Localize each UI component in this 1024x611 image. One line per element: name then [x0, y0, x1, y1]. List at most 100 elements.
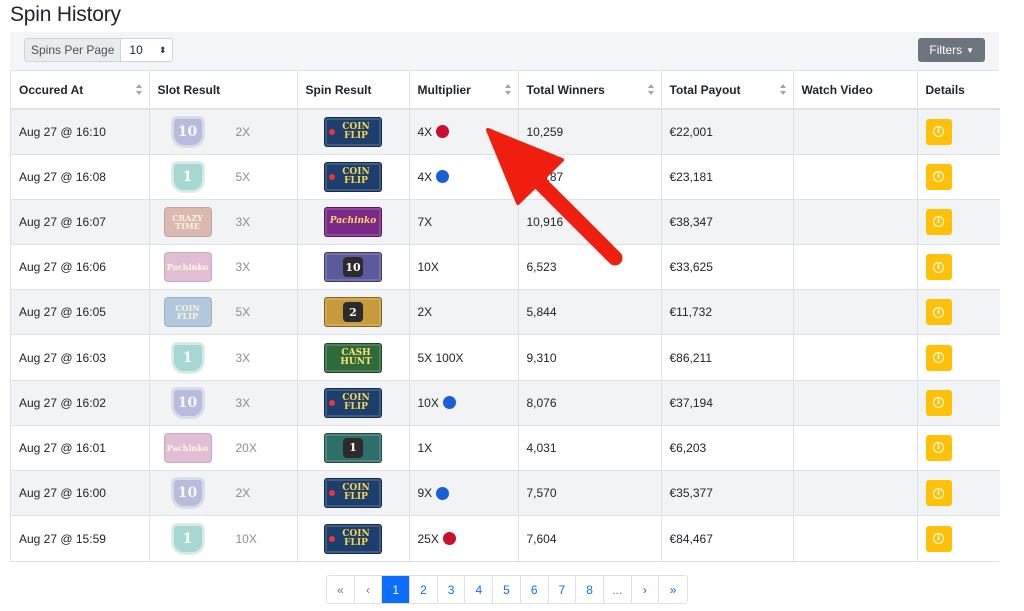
- spin-result-image: COIN FLIP: [324, 161, 382, 192]
- cell-total-payout: €11,732: [661, 289, 794, 335]
- details-button[interactable]: i: [925, 480, 952, 507]
- details-button[interactable]: i: [925, 344, 952, 371]
- slot-tile-label: CRAZY TIME: [172, 212, 203, 231]
- coin-icon: [329, 173, 335, 180]
- multiplier-group: 25X: [418, 532, 510, 546]
- filters-button[interactable]: Filters ▼: [918, 38, 985, 62]
- blue-coin-icon: [442, 396, 456, 410]
- page-last-button[interactable]: »: [659, 576, 687, 603]
- slot-tile-box: 10: [158, 387, 218, 418]
- slot-multiplier: 3X: [235, 350, 251, 365]
- blue-coin-icon: [436, 486, 450, 500]
- page-button-1[interactable]: 1: [382, 576, 411, 603]
- slot-result-group: Pachinko 20X: [158, 432, 289, 463]
- column-header-multiplier[interactable]: Multiplier: [409, 71, 519, 110]
- multiplier-value: 1X: [417, 440, 433, 455]
- page-button-6[interactable]: 6: [520, 576, 549, 603]
- details-button[interactable]: i: [925, 434, 952, 461]
- page-first-button[interactable]: «: [327, 576, 355, 603]
- spin-result-label: COIN FLIP: [342, 121, 370, 141]
- cell-slot-result: Pachinko 3X: [149, 244, 298, 290]
- page-button-2[interactable]: 2: [410, 576, 438, 603]
- cell-slot-result: Pachinko 20X: [149, 424, 298, 471]
- per-page-group: Spins Per Page 10 ⬍: [24, 38, 174, 62]
- spin-result-wrap: Pachinko: [306, 206, 401, 237]
- multiplier-group: 2X: [418, 305, 510, 319]
- details-button[interactable]: i: [925, 525, 952, 552]
- details-button[interactable]: i: [925, 163, 952, 190]
- sort-icon[interactable]: [779, 84, 787, 96]
- red-coin-icon: [442, 532, 456, 546]
- details-button[interactable]: i: [925, 254, 952, 281]
- cell-total-payout: €86,211: [661, 334, 794, 381]
- multiplier-group: 7X: [418, 215, 510, 229]
- page-button-7[interactable]: 7: [548, 576, 577, 603]
- sort-icon[interactable]: [135, 84, 143, 96]
- page-next-button[interactable]: ›: [631, 576, 660, 603]
- cell-watch-video: [793, 515, 918, 561]
- cell-spin-result: COIN FLIP: [297, 108, 410, 155]
- info-icon: i: [933, 442, 944, 454]
- filters-button-label: Filters: [929, 43, 963, 57]
- per-page-select[interactable]: 10 ⬍: [121, 38, 174, 62]
- column-header-total-winners[interactable]: Total Winners: [518, 71, 662, 110]
- cell-spin-result: COIN FLIP: [297, 379, 410, 426]
- table-row: Aug 27 @ 16:00 10 2X COIN FLIP 9X 7,570 €35,37…: [11, 469, 1000, 516]
- cell-details: i: [917, 244, 1000, 290]
- cell-total-winners: 9,310: [518, 334, 662, 381]
- spin-result-wrap: COIN FLIP: [306, 387, 401, 418]
- page-prev-button[interactable]: ‹: [354, 576, 383, 603]
- cell-details: i: [917, 424, 1000, 471]
- cell-spin-result: COIN FLIP: [297, 153, 410, 200]
- page-title: Spin History: [10, 3, 121, 26]
- cell-details: i: [917, 334, 1000, 381]
- cell-multiplier: 7X: [409, 198, 519, 245]
- page-button-3[interactable]: 3: [437, 576, 466, 603]
- cell-total-payout: €38,347: [661, 198, 794, 245]
- cell-total-payout: €22,001: [661, 108, 794, 155]
- details-button[interactable]: i: [925, 208, 952, 235]
- slot-tile-label: Pachinko: [166, 262, 209, 273]
- column-header-details: Details: [917, 71, 1000, 110]
- page-button-8[interactable]: 8: [576, 576, 604, 603]
- table-row: Aug 27 @ 16:08 1 5X COIN FLIP 4X 10,187 €23,18…: [11, 153, 1000, 200]
- slot-tile-label: 1: [182, 168, 193, 185]
- spin-result-image: CASH HUNT: [324, 342, 382, 373]
- slot-multiplier: 3X: [235, 214, 251, 229]
- slot-result-group: CRAZY TIME 3X: [158, 206, 289, 237]
- cell-occured-at: Aug 27 @ 16:10: [11, 108, 150, 155]
- spin-result-label: CASH HUNT: [340, 347, 372, 367]
- slot-tile-box: 1: [158, 523, 218, 554]
- multiplier-value: 25X: [417, 531, 439, 546]
- column-header-occured-at[interactable]: Occured At: [11, 71, 150, 110]
- cell-slot-result: 1 3X: [149, 334, 298, 381]
- details-button[interactable]: i: [925, 299, 952, 326]
- spin-result-label: COIN FLIP: [342, 483, 370, 503]
- sort-icon[interactable]: [504, 84, 512, 96]
- spin-result-wrap: COIN FLIP: [306, 161, 401, 192]
- details-button[interactable]: i: [925, 389, 952, 416]
- cell-slot-result: 10 2X: [149, 108, 298, 155]
- multiplier-group: 4X: [418, 170, 510, 184]
- page-ellipsis: ...: [603, 576, 632, 603]
- slot-tile-image: 10: [171, 478, 204, 509]
- sort-icon[interactable]: [647, 84, 655, 96]
- spin-result-image: COIN FLIP: [324, 523, 382, 554]
- cell-spin-result: CASH HUNT: [297, 334, 410, 381]
- spin-result-wrap: 10: [306, 252, 401, 283]
- slot-tile-box: COIN FLIP: [158, 297, 218, 328]
- multiplier-value: 7X: [417, 214, 433, 229]
- cell-total-winners: 10,259: [518, 108, 662, 155]
- page-button-5[interactable]: 5: [493, 576, 521, 603]
- cell-watch-video: [793, 198, 918, 245]
- spin-result-image: Pachinko: [324, 206, 382, 237]
- slot-tile-image: 10: [171, 116, 204, 147]
- cell-details: i: [917, 289, 1000, 335]
- page-button-4[interactable]: 4: [465, 576, 494, 603]
- details-button[interactable]: i: [925, 118, 952, 145]
- column-header-total-payout[interactable]: Total Payout: [661, 71, 794, 110]
- spin-result-number: 1: [343, 437, 363, 458]
- slot-result-group: 1 5X: [158, 161, 289, 192]
- pagination: « ‹ 1 2 3 4 5 6 7 8 ... › »: [326, 575, 688, 604]
- cell-watch-video: [793, 424, 918, 471]
